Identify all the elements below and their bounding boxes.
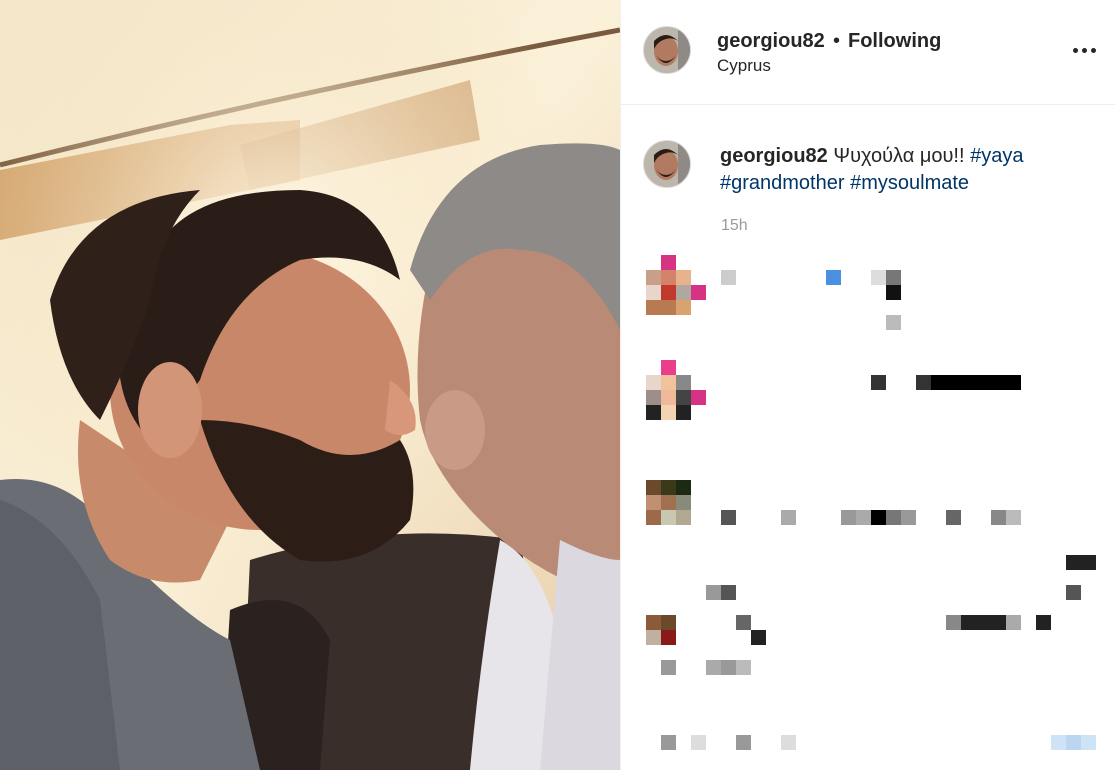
mosaic-pixel [646, 480, 661, 495]
mosaic-pixel [676, 405, 691, 420]
mosaic-pixel [856, 510, 871, 525]
mosaic-pixel [991, 510, 1006, 525]
mosaic-pixel [886, 270, 901, 285]
mosaic-pixel [661, 360, 676, 375]
mosaic-pixel [1066, 555, 1081, 570]
mosaic-pixel [886, 285, 901, 300]
mosaic-pixel [721, 510, 736, 525]
mosaic-pixel [661, 660, 676, 675]
mosaic-pixel [931, 375, 946, 390]
mosaic-pixel [676, 375, 691, 390]
mosaic-pixel [1006, 510, 1021, 525]
mosaic-pixel [1066, 585, 1081, 600]
mosaic-pixel [646, 495, 661, 510]
mosaic-pixel [646, 615, 661, 630]
mosaic-pixel [721, 585, 736, 600]
mosaic-pixel [871, 375, 886, 390]
mosaic-pixel [676, 270, 691, 285]
mosaic-pixel [661, 255, 676, 270]
mosaic-pixel [1006, 375, 1021, 390]
mosaic-pixel [691, 735, 706, 750]
mosaic-pixel [661, 480, 676, 495]
mosaic-pixel [706, 660, 721, 675]
mosaic-pixel [691, 390, 706, 405]
mosaic-pixel [661, 735, 676, 750]
mosaic-pixel [1081, 735, 1096, 750]
mosaic-pixel [676, 390, 691, 405]
mosaic-pixel [646, 630, 661, 645]
mosaic-pixel [646, 390, 661, 405]
mosaic-pixel [916, 375, 931, 390]
mosaic-pixel [946, 615, 961, 630]
mosaic-pixel [706, 585, 721, 600]
mosaic-pixel [871, 270, 886, 285]
censored-comments [621, 0, 1115, 770]
mosaic-pixel [661, 270, 676, 285]
mosaic-pixel [661, 300, 676, 315]
mosaic-pixel [676, 495, 691, 510]
mosaic-pixel [1036, 615, 1051, 630]
mosaic-pixel [751, 630, 766, 645]
mosaic-pixel [676, 480, 691, 495]
mosaic-pixel [991, 375, 1006, 390]
mosaic-pixel [661, 615, 676, 630]
mosaic-pixel [901, 510, 916, 525]
mosaic-pixel [976, 615, 991, 630]
mosaic-pixel [661, 375, 676, 390]
mosaic-pixel [781, 735, 796, 750]
mosaic-pixel [826, 270, 841, 285]
mosaic-pixel [991, 615, 1006, 630]
mosaic-pixel [661, 495, 676, 510]
mosaic-pixel [946, 510, 961, 525]
mosaic-pixel [736, 660, 751, 675]
mosaic-pixel [961, 615, 976, 630]
mosaic-pixel [661, 405, 676, 420]
mosaic-pixel [1051, 735, 1066, 750]
post-photo[interactable] [0, 0, 620, 770]
mosaic-pixel [661, 285, 676, 300]
mosaic-pixel [946, 375, 961, 390]
mosaic-pixel [1006, 615, 1021, 630]
mosaic-pixel [676, 510, 691, 525]
post-sidebar: georgiou82 • Following Cyprus georgiou82… [620, 0, 1115, 770]
mosaic-pixel [886, 315, 901, 330]
mosaic-pixel [976, 375, 991, 390]
mosaic-pixel [676, 285, 691, 300]
mosaic-pixel [736, 735, 751, 750]
mosaic-pixel [871, 510, 886, 525]
mosaic-pixel [736, 615, 751, 630]
mosaic-pixel [1066, 735, 1081, 750]
mosaic-pixel [691, 285, 706, 300]
mosaic-pixel [646, 375, 661, 390]
mosaic-pixel [676, 300, 691, 315]
mosaic-pixel [661, 390, 676, 405]
mosaic-pixel [646, 510, 661, 525]
mosaic-pixel [661, 630, 676, 645]
mosaic-pixel [721, 660, 736, 675]
mosaic-pixel [721, 270, 736, 285]
mosaic-pixel [886, 510, 901, 525]
mosaic-pixel [1081, 555, 1096, 570]
mosaic-pixel [841, 510, 856, 525]
mosaic-pixel [661, 510, 676, 525]
mosaic-pixel [646, 285, 661, 300]
mosaic-pixel [646, 405, 661, 420]
mosaic-pixel [781, 510, 796, 525]
mosaic-pixel [961, 375, 976, 390]
mosaic-pixel [646, 270, 661, 285]
mosaic-pixel [646, 300, 661, 315]
